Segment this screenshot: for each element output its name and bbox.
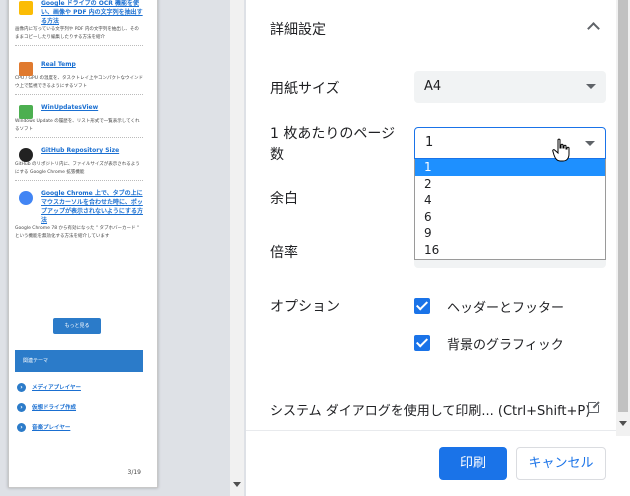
scroll-down-arrow-icon[interactable] [233, 482, 241, 487]
google-drive-icon [19, 1, 33, 15]
open-in-new-icon[interactable] [588, 400, 601, 413]
scrollbar-thumb[interactable] [618, 0, 628, 412]
margins-label: 余白 [270, 191, 298, 207]
preview-article-title: GitHub Repository Size [41, 147, 120, 154]
preview-article-item: GitHub Repository Size [15, 146, 143, 162]
pages-per-sheet-label-cont: 数 [270, 147, 284, 163]
scale-label: 倍率 [270, 245, 298, 261]
print-button[interactable]: 印刷 [439, 447, 507, 480]
more-settings-title[interactable]: 詳細設定 [270, 19, 326, 39]
arrow-circle-icon: › [17, 383, 26, 392]
github-icon [19, 148, 33, 162]
winupdatesview-icon [19, 105, 33, 119]
page-number: 3/19 [127, 469, 141, 476]
pages-per-sheet-dropdown[interactable]: 1 2 4 6 9 16 [414, 159, 606, 260]
paper-size-value: A4 [424, 79, 442, 94]
dropdown-option[interactable]: 6 [415, 209, 605, 226]
pages-per-sheet-value: 1 [425, 135, 434, 150]
divider [246, 430, 630, 431]
scroll-down-arrow-icon[interactable] [619, 421, 627, 426]
more-button: もっと見る [53, 318, 101, 334]
pages-per-sheet-select[interactable]: 1 [414, 127, 606, 159]
dropdown-option[interactable]: 16 [415, 242, 605, 259]
paper-size-select[interactable]: A4 [414, 71, 606, 103]
preview-article-item: Google ドライブの OCR 機能を使い、画像や PDF 内の文字列を抽出す… [15, 0, 143, 26]
options-label: オプション [270, 299, 340, 315]
preview-article-desc: CPU / GPU の温度を、タスクトレイ上やコンパクトなウインドウ上で監視でき… [15, 76, 143, 89]
background-graphics-checkbox[interactable] [414, 335, 430, 351]
preview-article-desc: 画像内に写っている文字列や PDF 内の文字列を抽出し、そのままコピーしたり編集… [15, 27, 139, 40]
preview-article-title: WinUpdatesView [41, 104, 99, 111]
preview-article-desc: GitHub のリポジトリ内に、ファイルサイズが表示されるようにする Googl… [15, 162, 140, 175]
preview-link: › 仮想ドライブ作成 [17, 403, 76, 412]
preview-link: › 音楽プレイヤー [17, 423, 70, 432]
related-theme-header: 関連テーマ [15, 350, 143, 372]
arrow-circle-icon: › [17, 403, 26, 412]
divider [15, 94, 143, 95]
real-temp-icon [19, 62, 33, 76]
dropdown-option[interactable]: 2 [415, 176, 605, 193]
divider [15, 45, 143, 46]
headers-footers-checkbox[interactable] [414, 298, 430, 314]
background-graphics-label[interactable]: 背景のグラフィック [447, 334, 564, 353]
preview-article-title: Real Temp [41, 61, 76, 68]
preview-scrollbar[interactable] [230, 0, 244, 496]
preview-article-item: Real Temp [15, 60, 143, 76]
dropdown-arrow-icon [586, 84, 596, 89]
system-dialog-link[interactable]: システム ダイアログを使用して印刷... (Ctrl+Shift+P) [270, 400, 590, 419]
preview-page: Google ドライブの OCR 機能を使い、画像や PDF 内の文字列を抽出す… [8, 0, 158, 488]
print-preview-area: Google ドライブの OCR 機能を使い、画像や PDF 内の文字列を抽出す… [0, 0, 230, 496]
pages-per-sheet-label: 1 枚あたりのページ [270, 126, 396, 142]
divider [15, 137, 143, 138]
divider [15, 180, 143, 181]
chrome-icon [19, 191, 33, 205]
settings-scrollbar[interactable] [616, 0, 630, 436]
preview-article-title: Google ドライブの OCR 機能を使い、画像や PDF 内の文字列を抽出す… [41, 0, 143, 25]
preview-article-list: Google ドライブの OCR 機能を使い、画像や PDF 内の文字列を抽出す… [15, 0, 143, 241]
dropdown-arrow-icon [585, 141, 595, 146]
dropdown-option[interactable]: 4 [415, 192, 605, 209]
preview-article-desc: Google Chrome 78 から有効になった " タブホバーカード " と… [15, 226, 139, 239]
preview-article-title: Google Chrome 上で、タブの上にマウスカーソルを合わせた時に、ポップ… [41, 190, 143, 224]
dropdown-option[interactable]: 9 [415, 225, 605, 242]
preview-article-desc: Windows Update の履歴を、リスト形式で一覧表示してくれるソフト [15, 119, 140, 132]
preview-article-item: WinUpdatesView [15, 103, 143, 119]
arrow-circle-icon: › [17, 423, 26, 432]
preview-article-item: Google Chrome 上で、タブの上にマウスカーソルを合わせた時に、ポップ… [15, 189, 143, 225]
paper-size-label: 用紙サイズ [270, 81, 340, 97]
preview-link: › メディアプレイヤー [17, 383, 81, 392]
cancel-button[interactable]: キャンセル [516, 447, 606, 480]
hand-cursor-icon [552, 138, 570, 162]
print-settings-panel: 詳細設定 用紙サイズ A4 1 枚あたりのページ 数 1 余白 倍率 1 2 4… [246, 0, 630, 496]
chevron-up-icon[interactable] [587, 22, 600, 35]
dropdown-option[interactable]: 1 [415, 159, 605, 176]
headers-footers-label[interactable]: ヘッダーとフッター [447, 297, 564, 316]
